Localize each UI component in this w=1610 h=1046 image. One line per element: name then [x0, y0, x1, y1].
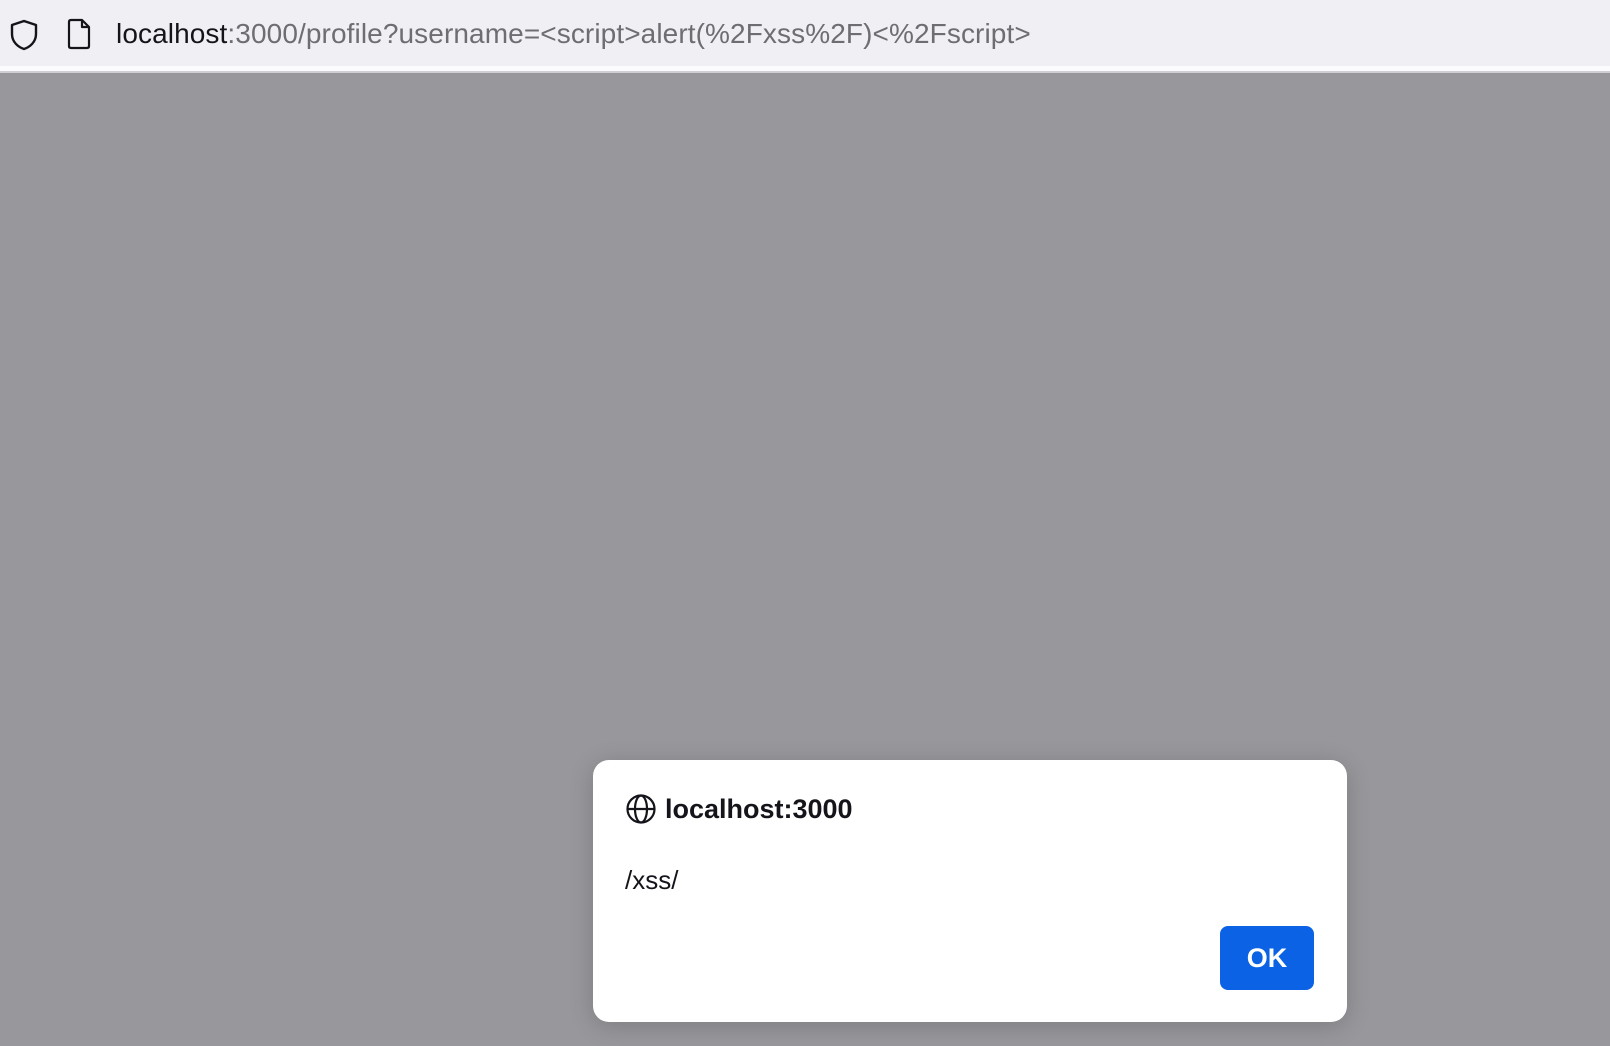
shield-icon[interactable] — [8, 18, 40, 52]
browser-toolbar: localhost:3000/profile?username=<script>… — [0, 0, 1610, 66]
toolbar-divider — [0, 66, 1610, 73]
globe-icon — [626, 794, 656, 824]
url-path: :3000/profile?username=<script>alert(%2F… — [227, 18, 1031, 49]
page-icon[interactable] — [66, 18, 92, 50]
ok-button[interactable]: OK — [1220, 926, 1314, 990]
dialog-title: localhost:3000 — [665, 794, 853, 824]
dialog-message: /xss/ — [625, 865, 679, 895]
alert-dialog: localhost:3000 /xss/ OK — [593, 760, 1347, 1022]
address-bar-url[interactable]: localhost:3000/profile?username=<script>… — [116, 17, 1031, 51]
url-host: localhost — [116, 18, 228, 49]
